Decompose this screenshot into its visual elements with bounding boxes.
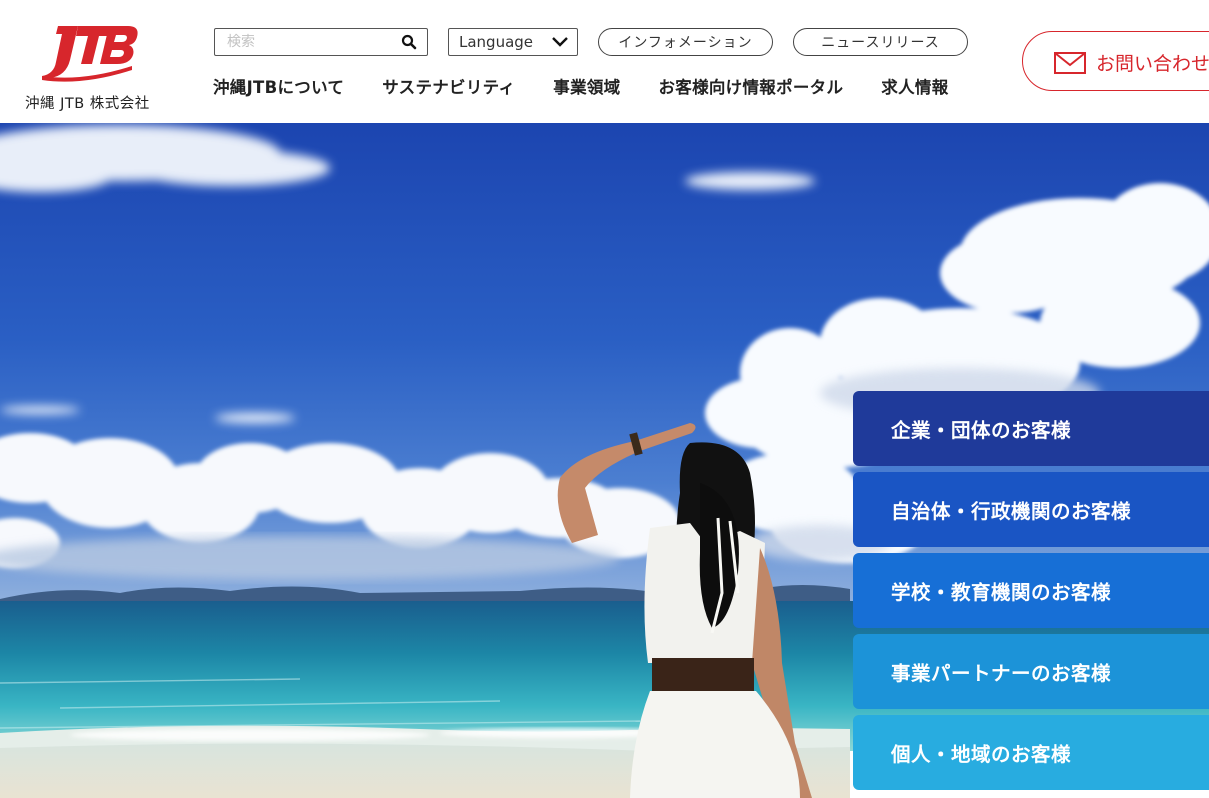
mail-icon [1054, 52, 1086, 74]
search-icon [401, 34, 417, 50]
search-input[interactable] [215, 29, 385, 55]
company-name: 沖縄 JTB 株式会社 [25, 96, 150, 112]
audience-partner-button[interactable]: 事業パートナーのお客様 [853, 634, 1209, 709]
nav-item-sustainability[interactable]: サステナビリティ [382, 74, 515, 98]
language-select-value: Language [459, 33, 534, 51]
contact-button-label: お問い合わせ [1096, 53, 1209, 75]
jtb-logo [42, 26, 138, 82]
hero-section: 企業・団体のお客様 自治体・行政機関のお客様 学校・教育機関のお客様 事業パート… [0, 123, 1209, 798]
audience-government-button[interactable]: 自治体・行政機関のお客様 [853, 472, 1209, 547]
news-release-link[interactable]: ニュースリリース [793, 28, 968, 56]
site-header: 沖縄 JTB 株式会社 Language インフォメーション ニュースリリース … [0, 0, 1209, 123]
language-select[interactable]: Language [448, 28, 578, 56]
search-button[interactable] [401, 34, 417, 50]
logo-link[interactable]: 沖縄 JTB 株式会社 [22, 18, 162, 114]
audience-school-button[interactable]: 学校・教育機関のお客様 [853, 553, 1209, 628]
information-link[interactable]: インフォメーション [598, 28, 773, 56]
audience-corporate-button[interactable]: 企業・団体のお客様 [853, 391, 1209, 466]
nav-item-about[interactable]: 沖縄JTBについて [213, 74, 344, 98]
search-box [214, 28, 428, 56]
nav-item-customer-portal[interactable]: お客様向け情報ポータル [658, 74, 843, 98]
nav-item-business[interactable]: 事業領域 [553, 74, 620, 98]
nav-item-recruit[interactable]: 求人情報 [881, 74, 948, 98]
chevron-down-icon [552, 37, 568, 47]
contact-button[interactable]: お問い合わせ [1022, 31, 1209, 91]
audience-individual-button[interactable]: 個人・地域のお客様 [853, 715, 1209, 790]
global-nav: 沖縄JTBについて サステナビリティ 事業領域 お客様向け情報ポータル 求人情報 [213, 74, 949, 98]
